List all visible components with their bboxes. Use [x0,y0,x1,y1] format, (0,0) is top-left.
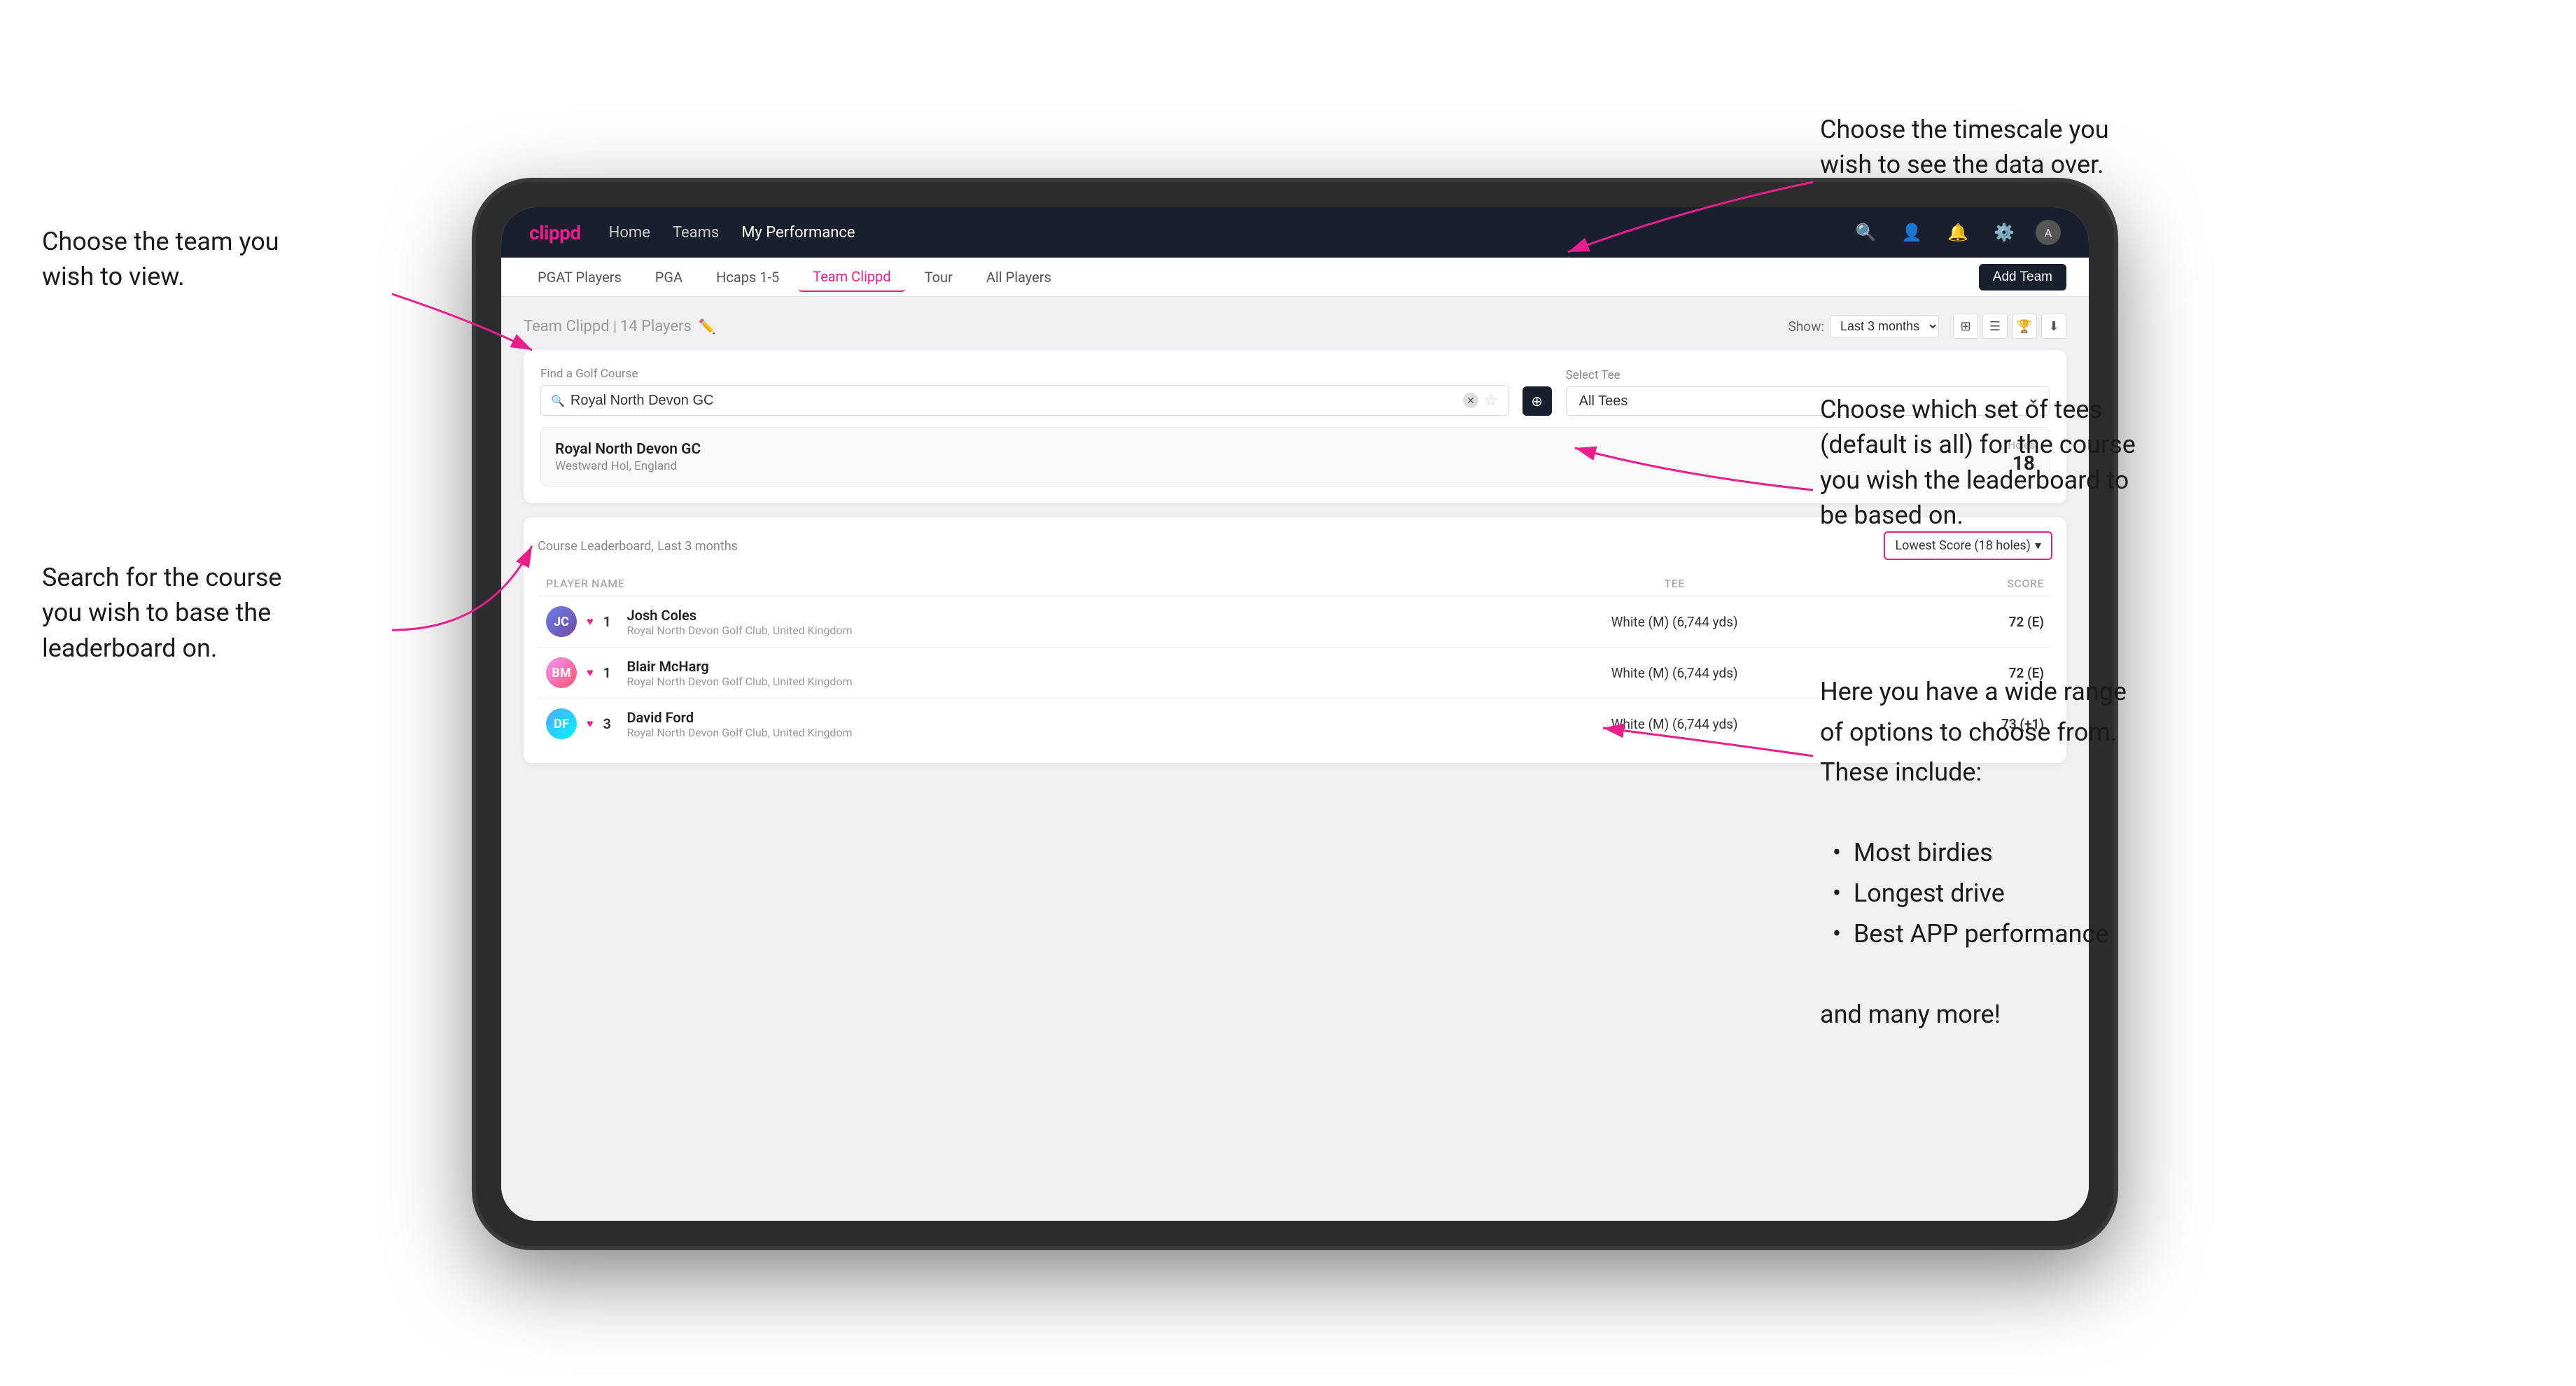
search-input-wrap: 🔍 ✕ ☆ [540,385,1508,416]
player-tee: White (M) (6,744 yds) [1468,648,1881,699]
player-name: Josh Coles [627,607,853,624]
tee-label: Select Tee [1566,368,2050,382]
player-name: David Ford [627,709,853,726]
team-header: Team Clippd | 14 Players ✏️ Show: Last 3… [524,314,2066,339]
tab-hcaps[interactable]: Hcaps 1-5 [702,263,793,291]
navbar-nav: Home Teams My Performance [609,224,1823,241]
course-info: Royal North Devon GC Westward Hol, Engla… [555,441,2008,473]
edit-team-icon[interactable]: ✏️ [699,318,716,335]
favorite-heart-icon[interactable]: ♥ [587,615,594,629]
favorite-heart-icon[interactable]: ♥ [587,717,594,731]
player-club: Royal North Devon Golf Club, United King… [627,675,853,688]
player-club: Royal North Devon Golf Club, United King… [627,624,853,637]
tab-all-players[interactable]: All Players [972,263,1065,291]
logo: clippd [529,221,581,244]
list-view-btn[interactable]: ☰ [1982,314,2008,339]
table-row: JC ♥ 1 Josh Coles Royal North Devon Golf… [538,596,2052,648]
leaderboard-header: Course Leaderboard, Last 3 months Lowest… [538,531,2052,560]
settings-icon-btn[interactable]: ⚙️ [1989,218,2019,247]
navbar: clippd Home Teams My Performance 🔍 👤 🔔 ⚙… [501,207,2089,258]
player-rank: 3 [603,715,617,732]
player-rank: 1 [603,664,617,681]
player-club: Royal North Devon Golf Club, United King… [627,726,853,739]
chevron-down-icon: ▾ [2035,538,2041,553]
grid-view-btn[interactable]: ⊞ [1953,314,1978,339]
tab-pga[interactable]: PGA [641,263,696,291]
player-score: 72 (E) [1881,596,2052,648]
annotation-tees: Choose which set of tees(default is all)… [1820,392,2136,533]
score-filter-dropdown[interactable]: Lowest Score (18 holes) ▾ [1884,531,2052,560]
player-name: Blair McHarg [627,658,853,675]
search-group: Find a Golf Course 🔍 ✕ ☆ [540,367,1508,416]
annotation-top-right: Choose the timescale youwish to see the … [1820,112,2109,183]
player-avatar: DF [546,708,577,739]
show-dropdown[interactable]: Last 3 months [1830,315,1939,337]
clear-search-btn[interactable]: ✕ [1463,393,1478,408]
sub-tabs: PGAT Players PGA Hcaps 1-5 Team Clippd T… [501,258,2089,297]
find-course-label: Find a Golf Course [540,367,1508,381]
show-filter: Show: Last 3 months ⊞ ☰ 🏆 ⬇ [1788,314,2066,339]
add-team-button[interactable]: Add Team [1979,264,2066,290]
search-icon: 🔍 [551,394,565,407]
favorite-heart-icon[interactable]: ♥ [587,666,594,680]
trophy-view-btn[interactable]: 🏆 [2012,314,2037,339]
course-name: Royal North Devon GC [555,441,2008,458]
player-rank: 1 [603,613,617,630]
team-title: Team Clippd | 14 Players [524,318,692,335]
search-icon-btn[interactable]: 🔍 [1851,218,1880,247]
nav-home[interactable]: Home [609,224,650,241]
tab-tour[interactable]: Tour [911,263,967,291]
show-label-text: Show: [1788,318,1824,335]
annotation-top-left: Choose the team youwish to view. [42,224,279,295]
tab-team-clippd[interactable]: Team Clippd [799,262,904,292]
player-avatar: JC [546,606,577,637]
score-filter-label: Lowest Score (18 holes) [1895,538,2031,553]
nav-teams[interactable]: Teams [673,224,719,241]
nav-my-performance[interactable]: My Performance [741,224,855,241]
course-location: Westward Hol, England [555,459,2008,473]
tab-pgat-players[interactable]: PGAT Players [524,263,636,291]
view-icons: ⊞ ☰ 🏆 ⬇ [1953,314,2066,339]
download-btn[interactable]: ⬇ [2041,314,2066,339]
avatar-label: A [2045,226,2052,239]
col-player-name: PLAYER NAME [538,571,1468,596]
avatar[interactable]: A [2036,220,2061,245]
bell-icon-btn[interactable]: 🔔 [1943,218,1973,247]
player-tee: White (M) (6,744 yds) [1468,699,1881,750]
player-tee: White (M) (6,744 yds) [1468,596,1881,648]
col-score: SCORE [1881,571,2052,596]
col-tee: TEE [1468,571,1881,596]
favorite-btn[interactable]: ☆ [1484,391,1498,410]
player-avatar: BM [546,657,577,688]
leaderboard-title: Course Leaderboard, Last 3 months [538,538,738,554]
annotation-options: Here you have a wide rangeof options to … [1820,672,2127,1035]
annotation-middle-left: Search for the courseyou wish to base th… [42,560,281,666]
course-action-btn[interactable]: ⊕ [1522,386,1552,416]
profile-icon-btn[interactable]: 👤 [1897,218,1926,247]
search-input[interactable] [570,393,1457,409]
navbar-icons: 🔍 👤 🔔 ⚙️ A [1851,218,2061,247]
